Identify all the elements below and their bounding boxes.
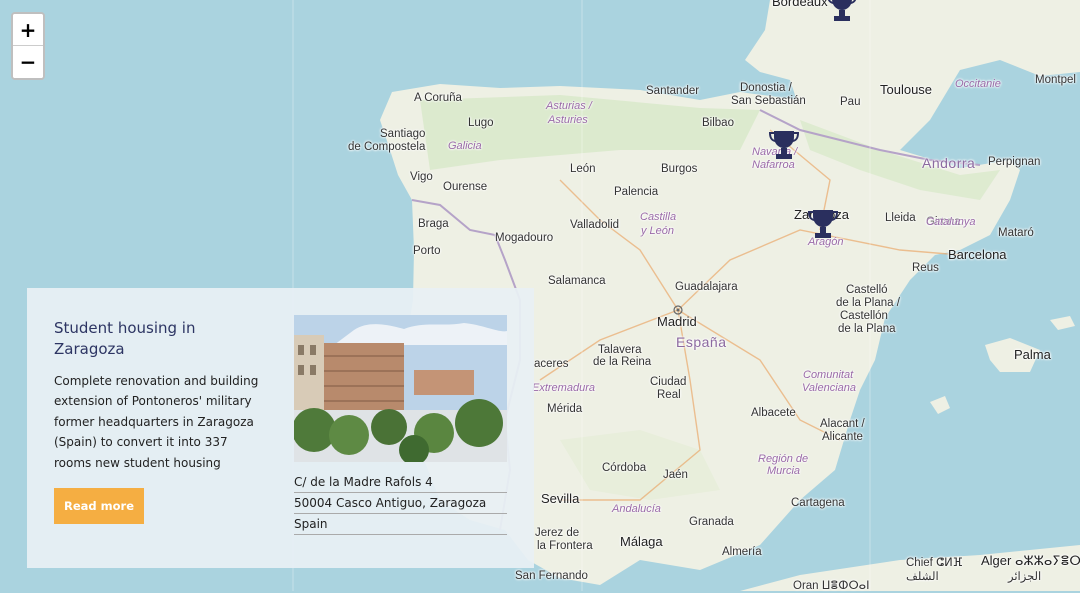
place-label: Córdoba [602,462,647,474]
project-description: Complete renovation and building extensi… [54,374,259,470]
place-label: Salamanca [548,275,606,287]
place-label: Castellón [840,310,888,322]
place-label: Andorra [922,155,976,171]
place-label: Castilla [640,211,677,223]
project-marker-bordeaux[interactable] [827,0,857,24]
place-label: Perpignan [988,156,1041,168]
place-label: Murcia [767,465,801,477]
place-label: الشلف [906,571,939,583]
place-label: Ciudad [650,376,687,388]
place-label: Valenciana [802,382,857,394]
place-label: aceres [534,358,569,370]
place-label: Granada [689,516,734,528]
place-label: Guadalajara [675,281,738,293]
project-popup-card: Student housing in Zaragoza Complete ren… [27,288,534,568]
place-label: Ourense [443,181,488,193]
place-label: Extremadura [532,382,595,394]
address-street: C/ de la Madre Rafols 4 [294,472,507,493]
zoom-control: + − [11,12,45,80]
place-label: Asturies [548,114,588,126]
place-label: Valladolid [570,219,620,231]
place-label: Pau [840,96,861,108]
place-label: A Coruña [414,92,462,104]
place-label: de la Plana / [836,297,900,309]
place-label: Vigo [410,171,433,183]
place-label: Donostia / [740,82,792,94]
zoom-in-button[interactable]: + [13,14,43,46]
place-label: Albacete [751,407,796,419]
place-label: Barcelona [948,247,1007,262]
place-label: la Frontera [537,540,593,552]
place-label: Palma [1014,347,1051,362]
place-label: Alger ⴰⵣⵣⴰⵢⴻⵔ [981,553,1080,568]
place-label: Burgos [661,163,698,175]
place-label: Porto [413,245,441,257]
address-country: Spain [294,514,507,535]
place-label: San Fernando [515,570,588,582]
place-label: Sevilla [541,491,580,506]
trophy-icon [827,0,857,21]
trophy-icon [808,210,838,238]
place-label: Lugo [468,117,494,129]
trophy-icon [769,131,799,159]
place-label: Galicia [448,140,482,152]
place-label: الجزائر [1008,571,1042,583]
place-label: Almería [722,546,762,558]
place-label: Braga [418,218,449,230]
place-label: León [570,163,596,175]
place-label: Palencia [614,186,659,198]
project-marker-pamplona[interactable] [769,128,799,162]
project-photo [294,315,507,462]
place-label: Andalucía [612,503,661,515]
place-label: Catalunya [926,216,976,228]
place-label: San Sebastián [731,95,806,107]
place-label: Toulouse [880,82,933,97]
place-label: Chief ⵛⵍⴼ [906,557,963,569]
place-label: Cartagena [791,497,845,509]
place-label: España [676,334,727,350]
place-label: Mogadouro [495,232,554,244]
zoom-out-button[interactable]: − [13,46,43,78]
place-label: Jerez de [535,527,580,539]
place-label: Castelló [846,284,888,296]
place-label: Bilbao [702,117,734,129]
place-label: Santander [646,85,700,97]
project-title: Student housing in Zaragoza [54,319,196,358]
place-label: Oran ⵡⴻⵀⵔⴰⵏ [793,580,870,592]
project-marker-zaragoza[interactable] [808,207,838,241]
place-label: Montpel [1035,74,1076,86]
place-label: Jaén [663,469,688,481]
place-label: de la Plana [838,323,896,335]
place-label: Reus [912,262,939,274]
place-label: Santiago [380,128,426,140]
place-label: Bordeaux [772,0,828,9]
address-city: 50004 Casco Antiguo, Zaragoza [294,493,507,514]
place-label: Mérida [547,403,583,415]
place-label: Alacant / [820,418,865,430]
place-label: Madrid [657,314,697,329]
place-label: y León [641,225,675,237]
place-label: Alicante [822,431,863,443]
place-label: Comunitat [803,369,854,381]
place-label: Mataró [998,227,1034,239]
place-label: Asturias / [546,100,592,112]
place-label: Lleida [885,212,916,224]
place-label: Málaga [620,534,663,549]
place-label: de la Reina [593,356,652,368]
place-label: Real [657,389,681,401]
place-label: de Compostela [348,141,426,153]
read-more-button[interactable]: Read more [54,488,144,524]
place-label: Occitanie [955,78,1001,90]
